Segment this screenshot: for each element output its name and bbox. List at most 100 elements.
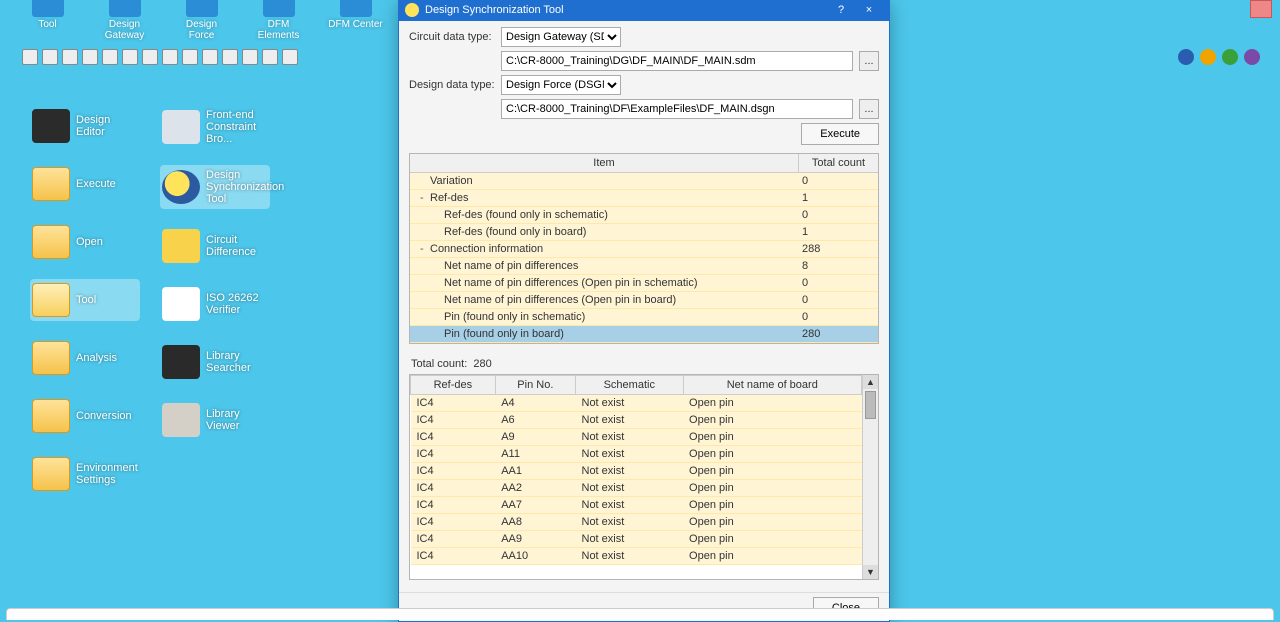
scroll-down-icon[interactable]: ▼ [863,565,878,579]
summary-row[interactable]: Net name of pin differences (Open pin in… [410,292,878,309]
dialog-titlebar[interactable]: Design Synchronization Tool ? × [399,0,889,21]
grid-row[interactable]: IC4AA1Not existOpen pin [411,463,862,480]
toolbar-button[interactable] [202,49,218,65]
summary-row[interactable]: -Ref-des1 [410,190,878,207]
taskbar[interactable] [6,608,1274,620]
help-icon[interactable] [1244,49,1260,65]
vf-icon [162,287,200,321]
launcher-item[interactable]: Library Viewer [160,399,270,441]
launcher-item[interactable]: Execute [30,163,140,205]
circuit-type-select[interactable]: Design Gateway (SDM) [501,27,621,47]
launcher-item[interactable]: Library Searcher [160,341,270,383]
summary-row[interactable]: Net name of pin differences8 [410,258,878,275]
dst-icon [162,170,200,204]
ribbon-item[interactable]: Design Force [174,0,229,40]
grid-row[interactable]: IC4AA2Not existOpen pin [411,480,862,497]
toolbar-button[interactable] [282,49,298,65]
launcher-item[interactable]: Tool [30,279,140,321]
summary-row[interactable]: Pin (found only in board)280 [410,326,878,343]
ribbon-item[interactable]: DFM Elements [251,0,306,40]
status-icon[interactable] [1222,49,1238,65]
outer-window-close[interactable] [1250,0,1272,18]
summary-table: Item Total count Variation0-Ref-des1Ref-… [409,153,879,344]
launcher-item[interactable]: Design Synchronization Tool [160,165,270,209]
toolbar-button[interactable] [102,49,118,65]
toolbar-button[interactable] [22,49,38,65]
grid-row[interactable]: IC4AA10Not existOpen pin [411,548,862,565]
circuit-path-input[interactable] [501,51,853,71]
toolbar-button[interactable] [142,49,158,65]
quick-toolbar [22,46,298,68]
execute-button[interactable]: Execute [801,123,879,145]
detail-grid: Ref-desPin No.SchematicNet name of board… [409,374,879,580]
launcher-item[interactable]: Circuit Difference [160,225,270,267]
design-type-select[interactable]: Design Force (DSGN) [501,75,621,95]
toolbar-button[interactable] [222,49,238,65]
launcher-item-label: Execute [76,178,116,190]
launcher-item-label: Conversion [76,410,132,422]
launcher-item[interactable]: Conversion [30,395,140,437]
summary-header-total: Total count [798,154,878,172]
toolbar-button[interactable] [82,49,98,65]
ribbon-item[interactable]: Tool [20,0,75,40]
ribbon-item[interactable]: DFM Center [328,0,383,40]
launcher-item-label: Library Viewer [206,408,268,432]
grid-header[interactable]: Ref-des [411,376,496,395]
grid-row[interactable]: IC4A9Not existOpen pin [411,429,862,446]
launcher-item[interactable]: Environment Settings [30,453,140,495]
folder-icon [32,457,70,491]
toolbar-button[interactable] [162,49,178,65]
toolbar-button[interactable] [42,49,58,65]
dialog-close-button[interactable]: × [855,4,883,16]
toolbar-button[interactable] [182,49,198,65]
toolbar-button[interactable] [62,49,78,65]
grid-row[interactable]: IC4AA7Not existOpen pin [411,497,862,514]
dialog-title: Design Synchronization Tool [425,4,564,16]
toolbar-button[interactable] [262,49,278,65]
design-browse-button[interactable]: ... [859,99,879,119]
launcher-item-label: Design Editor [76,114,138,138]
launcher-item-label: Tool [76,294,96,306]
tip-icon[interactable] [1200,49,1216,65]
launcher-item[interactable]: Analysis [30,337,140,379]
grid-header[interactable]: Schematic [576,376,684,395]
summary-row[interactable]: Net name of pin differences (Open pin in… [410,275,878,292]
summary-row[interactable]: Pin (found only in schematic)0 [410,309,878,326]
launcher-item[interactable]: Open [30,221,140,263]
launcher-item[interactable]: Front-end Constraint Bro... [160,105,270,149]
folder-icon [32,225,70,259]
design-path-input[interactable] [501,99,853,119]
grid-row[interactable]: IC4A11Not existOpen pin [411,446,862,463]
fc-icon [162,110,200,144]
summary-row[interactable]: Ref-des (found only in schematic)0 [410,207,878,224]
grid-header[interactable]: Pin No. [495,376,575,395]
grid-row[interactable]: IC4AA9Not existOpen pin [411,531,862,548]
summary-row[interactable]: Ref-des (found only in board)1 [410,224,878,241]
folder-icon [32,167,70,201]
toolbar-button[interactable] [122,49,138,65]
summary-row[interactable]: Variation0 [410,173,878,190]
launcher-item[interactable]: Design Editor [30,105,140,147]
launcher-item-label: ISO 26262 Verifier [206,292,268,316]
dialog-help-button[interactable]: ? [827,4,855,16]
dialog-app-icon [405,3,419,17]
ribbon-item[interactable]: Design Gateway [97,0,152,40]
circuit-browse-button[interactable]: ... [859,51,879,71]
folder-icon [32,341,70,375]
de-icon [32,109,70,143]
grid-row[interactable]: IC4AA8Not existOpen pin [411,514,862,531]
toolbar-button[interactable] [242,49,258,65]
info-icon[interactable] [1178,49,1194,65]
ls-icon [162,345,200,379]
circuit-type-label: Circuit data type: [409,31,495,43]
scroll-thumb[interactable] [865,391,876,419]
summary-row[interactable]: -Connection information288 [410,241,878,258]
launcher-item[interactable]: ISO 26262 Verifier [160,283,270,325]
grid-scrollbar[interactable]: ▲ ▼ [862,375,878,579]
grid-row[interactable]: IC4A4Not existOpen pin [411,395,862,412]
design-sync-dialog: Design Synchronization Tool ? × Circuit … [398,0,890,622]
grid-header[interactable]: Net name of board [683,376,861,395]
scroll-up-icon[interactable]: ▲ [863,375,878,389]
lv-icon [162,403,200,437]
grid-row[interactable]: IC4A6Not existOpen pin [411,412,862,429]
